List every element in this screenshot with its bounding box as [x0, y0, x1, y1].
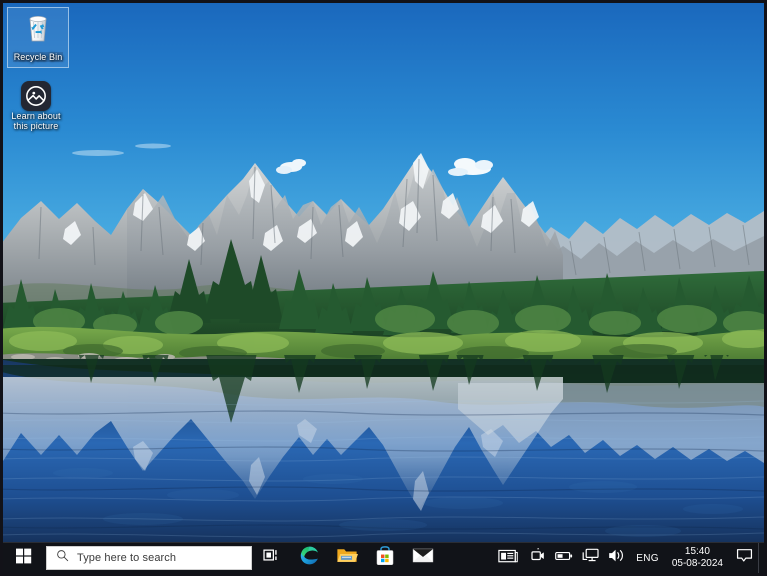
file-explorer-button[interactable] — [328, 543, 366, 573]
search-icon — [56, 549, 69, 567]
microsoft-store-icon — [375, 545, 395, 571]
battery-icon — [555, 549, 573, 567]
picture-icon — [21, 81, 51, 111]
volume-button[interactable] — [603, 543, 629, 574]
task-view-icon — [262, 548, 280, 568]
desktop-icon-recycle-bin[interactable]: Recycle Bin — [7, 7, 69, 68]
notification-center-button[interactable] — [730, 543, 758, 574]
show-desktop-button[interactable] — [758, 542, 764, 573]
clock[interactable]: 15:40 05-08-2024 — [666, 543, 730, 574]
start-button[interactable] — [3, 543, 45, 573]
desktop-icon-label: Recycle Bin — [12, 52, 64, 62]
speech-bubble-icon — [736, 548, 753, 568]
meet-now-button[interactable] — [525, 543, 551, 574]
task-view-button[interactable] — [252, 543, 290, 573]
desktop-icon-learn-about-this-picture[interactable]: Learn about this picture — [5, 79, 67, 131]
search-input[interactable]: Type here to search — [46, 546, 252, 570]
clock-time: 15:40 — [684, 546, 710, 557]
news-and-interests-button[interactable] — [491, 543, 525, 574]
search-placeholder: Type here to search — [77, 552, 177, 564]
language-indicator[interactable]: ENG — [629, 543, 666, 574]
clock-date: 05-08-2024 — [671, 558, 723, 569]
file-explorer-icon — [336, 546, 358, 570]
volume-icon — [608, 548, 625, 568]
edge-button[interactable] — [290, 543, 328, 573]
desktop-icon-label-line1: Learn about — [11, 111, 61, 121]
system-tray: ENG 15:40 05-08-2024 — [491, 542, 764, 574]
news-icon — [498, 548, 519, 569]
mail-button[interactable] — [404, 543, 442, 573]
edge-icon — [299, 545, 320, 571]
windows-desktop-screen: Recycle Bin Learn about this picture Typ… — [0, 0, 767, 576]
network-icon — [582, 548, 599, 568]
language-label: ENG — [636, 552, 659, 564]
meet-now-icon — [530, 548, 546, 568]
desktop-icon-label-line2: this picture — [13, 121, 59, 131]
mail-icon — [412, 547, 434, 569]
desktop-surface[interactable]: Recycle Bin Learn about this picture — [3, 3, 764, 542]
recycle-bin-icon — [21, 11, 55, 45]
network-button[interactable] — [577, 543, 603, 574]
windows-logo-icon — [16, 548, 32, 569]
microsoft-store-button[interactable] — [366, 543, 404, 573]
wallpaper-image — [3, 3, 764, 542]
taskbar: Type here to search ENG 15:40 05-08-2024 — [3, 542, 764, 573]
battery-button[interactable] — [551, 543, 577, 574]
